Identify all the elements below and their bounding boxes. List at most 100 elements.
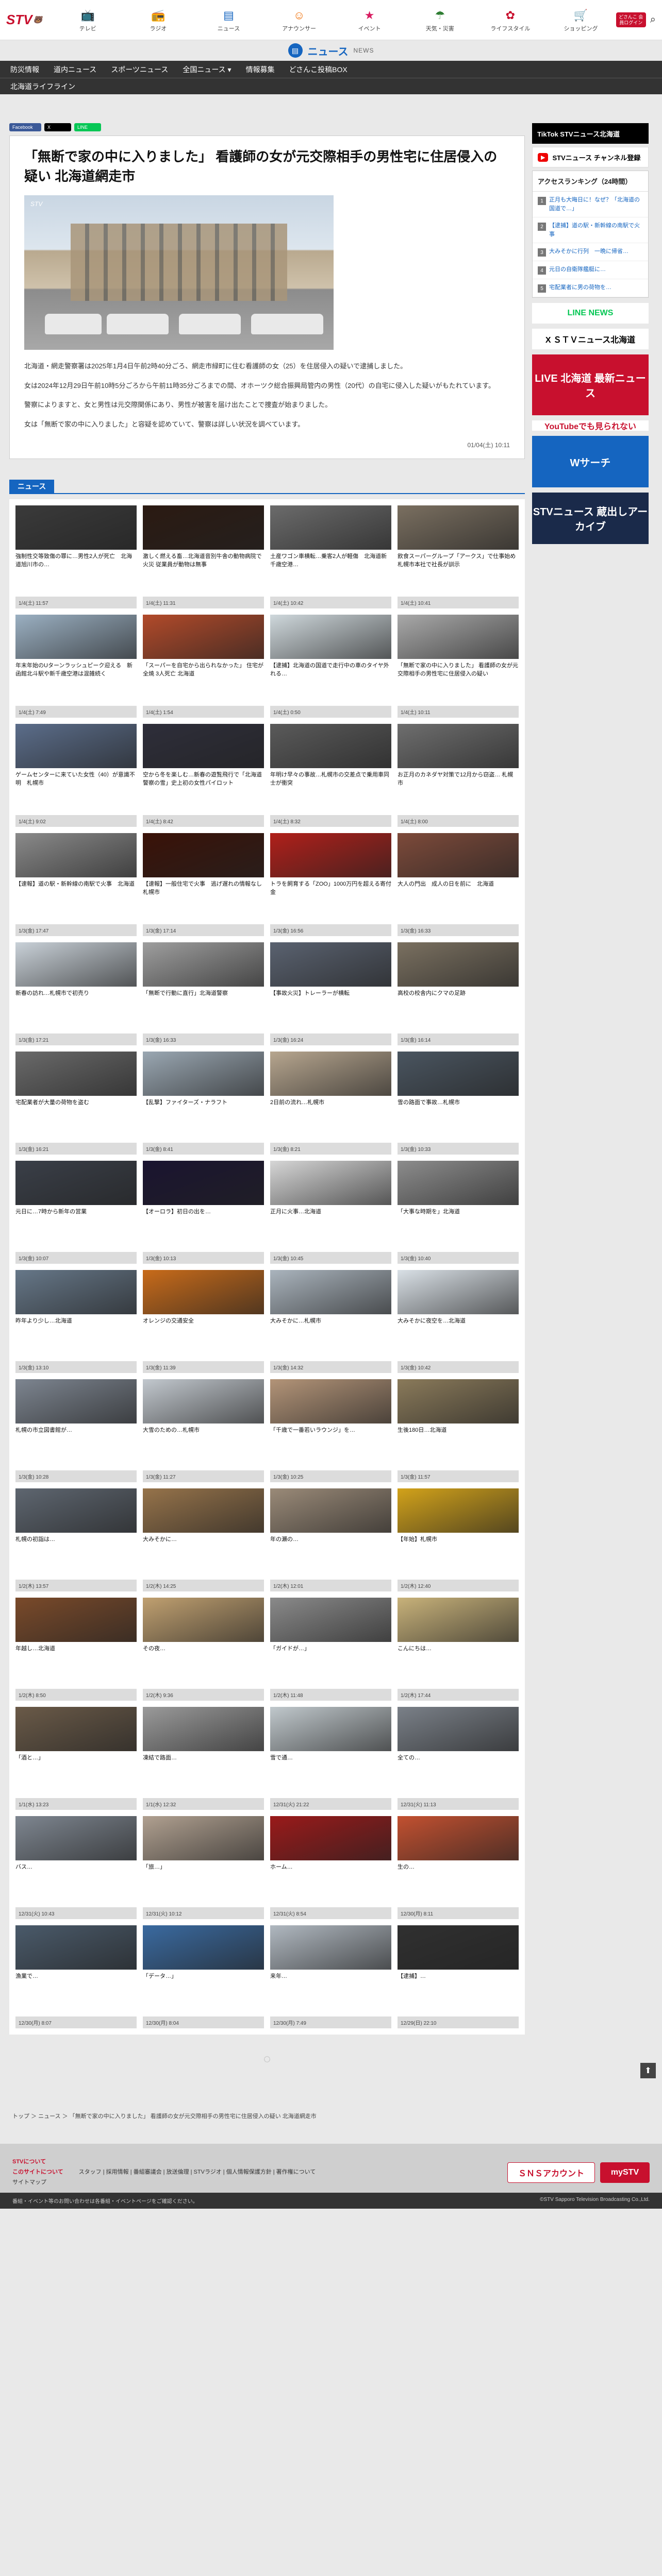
news-card[interactable]: 【オーロラ】初日の出を… 1/3(金) 10:13: [143, 1160, 264, 1264]
news-card[interactable]: 年の瀬の… 1/2(木) 12:01: [270, 1488, 391, 1591]
dosanko-login-button[interactable]: どさんこ 会員ログイン: [616, 12, 646, 28]
news-card[interactable]: こんにちは… 1/2(木) 17:44: [398, 1597, 519, 1701]
news-card[interactable]: 「旅…」 12/31(火) 10:12: [143, 1816, 264, 1919]
nav-radio[interactable]: 📻 ラジオ: [136, 8, 180, 32]
ranking-text: 宅配業者に男の荷物を…: [549, 284, 611, 291]
news-card[interactable]: 飲食スーパーグループ「アークス」で仕事始め 札幌市本社で社長が訓示 1/4(土) …: [398, 505, 519, 608]
news-card[interactable]: 【乱撃】ファイターズ・ナラフト 1/3(金) 8:41: [143, 1051, 264, 1155]
news-card[interactable]: 正月に火事…北海道 1/3(金) 10:45: [270, 1160, 391, 1264]
news-card[interactable]: 【速報】一般住宅で火事 逃げ遅れの情報なし 札幌市 1/3(金) 17:14: [143, 833, 264, 936]
ranking-item[interactable]: 4 元日の自衛隊艦艇に…: [533, 261, 648, 279]
news-card[interactable]: 大人の門出 成人の日を前に 北海道 1/3(金) 16:33: [398, 833, 519, 936]
news-thumbnail: [398, 1706, 519, 1751]
news-card[interactable]: 漁業で… 12/30(月) 8:07: [15, 1925, 137, 2028]
news-card[interactable]: 生後180日…北海道 1/3(金) 11:57: [398, 1379, 519, 1482]
nav-weather[interactable]: ☂ 天気・災害: [418, 8, 462, 32]
news-card[interactable]: 【逮捕】… 12/29(日) 22:10: [398, 1925, 519, 2028]
nav-announcer[interactable]: ☺ アナウンサー: [277, 8, 321, 32]
news-card[interactable]: 元日に…7時から新年の営業 1/3(金) 10:07: [15, 1160, 137, 1264]
footer-site-link[interactable]: このサイトについて: [12, 2169, 63, 2175]
news-card[interactable]: ゲームセンターに来ていた女性（40）が意識不明 札幌市 1/4(土) 9:02: [15, 723, 137, 827]
sns-account-button[interactable]: ＳＮＳアカウント: [507, 2162, 595, 2183]
news-card[interactable]: 札幌の市立図書館が… 1/3(金) 10:28: [15, 1379, 137, 1482]
news-card[interactable]: 大みそかに…札幌市 1/3(金) 14:32: [270, 1269, 391, 1373]
news-card[interactable]: 凍結で路面… 1/1(水) 12:32: [143, 1706, 264, 1810]
news-card[interactable]: 昨年より少し…北海道 1/3(金) 13:10: [15, 1269, 137, 1373]
news-card[interactable]: 新春の訪れ…札幌市で初売り 1/3(金) 17:21: [15, 942, 137, 1045]
news-card[interactable]: 生の… 12/30(月) 8:11: [398, 1816, 519, 1919]
category-item[interactable]: 道内ニュース: [54, 64, 96, 75]
news-card[interactable]: 来年… 12/30(月) 7:49: [270, 1925, 391, 2028]
category-item[interactable]: どさんこ投稿BOX: [289, 64, 347, 75]
tiktok-banner[interactable]: TikTok STVニュース北海道: [532, 123, 649, 144]
news-card[interactable]: ホーム… 12/31(火) 8:54: [270, 1816, 391, 1919]
news-card[interactable]: 強制性交等致傷の罪に…男性2人が死亡 北海道旭川市の… 1/4(土) 11:57: [15, 505, 137, 608]
sidebar-banner[interactable]: LINE NEWS: [532, 303, 649, 324]
nav-lifestyle[interactable]: ✿ ライフスタイル: [488, 8, 533, 32]
news-card[interactable]: 高校の校舎内にクマの足跡 1/3(金) 16:14: [398, 942, 519, 1045]
news-card[interactable]: 年明け早々の事故…札幌市の交差点で乗用車同士が衝突 1/4(土) 8:32: [270, 723, 391, 827]
news-card[interactable]: 「無断で家の中に入りました」 看護師の女が元交際相手の男性宅に住居侵入の疑い 1/…: [398, 614, 519, 718]
news-card[interactable]: 雪の路面で事故…札幌市 1/3(金) 10:33: [398, 1051, 519, 1155]
ranking-item[interactable]: 1 正月も大晦日に！なぜ？「北海道の国道で…」: [533, 192, 648, 217]
footer-sitemap-link[interactable]: サイトマップ: [12, 2178, 63, 2188]
news-card[interactable]: 雪で通… 12/31(火) 21:22: [270, 1706, 391, 1810]
news-card[interactable]: 「千歳で一番若いラウンジ」を… 1/3(金) 10:25: [270, 1379, 391, 1482]
news-card[interactable]: その夜… 1/2(木) 9:36: [143, 1597, 264, 1701]
nav-event[interactable]: ★ イベント: [347, 8, 392, 32]
stv-logo[interactable]: STV 🐻: [6, 7, 53, 33]
news-card[interactable]: 大みそかに夜空を…北海道 1/3(金) 10:42: [398, 1269, 519, 1373]
category-item[interactable]: 防災情報: [10, 64, 39, 75]
mystv-button[interactable]: mySTV: [600, 2162, 650, 2183]
category-item[interactable]: スポーツニュース: [111, 64, 168, 75]
news-card[interactable]: 土産ワゴン車横転…乗客2人が軽傷 北海道新千歳空港… 1/4(土) 10:42: [270, 505, 391, 608]
news-card[interactable]: 年末年始のUターンラッシュピーク迎える 新函館北斗駅や新千歳空港は混雑続く 1/4…: [15, 614, 137, 718]
news-card[interactable]: 激しく燃える畜…北海道音別牛舎の動物病院で火災 従業員が動物は無事 1/4(土) …: [143, 505, 264, 608]
news-card[interactable]: 宅配業者が大量の荷物を盗む 1/3(金) 16:21: [15, 1051, 137, 1155]
category-item[interactable]: 全国ニュース ▾: [183, 64, 231, 75]
news-card[interactable]: 【年始】札幌市 1/2(木) 12:40: [398, 1488, 519, 1591]
ranking-item[interactable]: 2 【逮捕】道の駅・新幹線の南駅で火事: [533, 217, 648, 243]
news-card[interactable]: 全ての… 12/31(火) 11:13: [398, 1706, 519, 1810]
nav-news[interactable]: ▤ ニュース: [206, 8, 251, 32]
sidebar-banner[interactable]: LIVE 北海道 最新ニュース: [532, 354, 649, 415]
news-card[interactable]: 2日前の流れ…札幌市 1/3(金) 8:21: [270, 1051, 391, 1155]
news-card[interactable]: オレンジの交通安全 1/3(金) 11:39: [143, 1269, 264, 1373]
back-to-top-button[interactable]: ⬆: [640, 2063, 656, 2078]
line-share-button[interactable]: LINE: [74, 123, 101, 131]
news-card[interactable]: 「無断で行動に直行」北海道警察 1/3(金) 16:33: [143, 942, 264, 1045]
ranking-item[interactable]: 5 宅配業者に男の荷物を…: [533, 279, 648, 297]
category-lifeline[interactable]: 北海道ライフライン: [10, 81, 75, 92]
news-card[interactable]: 札幌の初詣は… 1/2(木) 13:57: [15, 1488, 137, 1591]
news-card[interactable]: 【事故火災】トレーラーが横転 1/3(金) 16:24: [270, 942, 391, 1045]
sidebar-banner[interactable]: STVニュース 蔵出しアーカイブ: [532, 493, 649, 544]
footer-links[interactable]: スタッフ | 採用情報 | 番組審議会 | 放送倫理 | STVラジオ | 個人…: [63, 2167, 507, 2178]
nav-shopping[interactable]: 🛒 ショッピング: [558, 8, 603, 32]
x-share-button[interactable]: X: [44, 123, 71, 131]
footer-about-link[interactable]: STVについて: [12, 2159, 46, 2165]
news-card[interactable]: お正月のカネダヤ対策で12月から窃盗… 札幌市 1/4(土) 8:00: [398, 723, 519, 827]
nav-tv[interactable]: 📺 テレビ: [65, 8, 110, 32]
news-card[interactable]: 大雪のための…札幌市 1/3(金) 11:27: [143, 1379, 264, 1482]
news-card[interactable]: バス… 12/31(火) 10:43: [15, 1816, 137, 1919]
news-card[interactable]: 「大事な時期を」北海道 1/3(金) 10:40: [398, 1160, 519, 1264]
news-card[interactable]: 「ガイドが…」 1/2(木) 11:48: [270, 1597, 391, 1701]
category-item[interactable]: 情報募集: [246, 64, 275, 75]
news-card[interactable]: 「データ…」 12/30(月) 8:04: [143, 1925, 264, 2028]
news-card[interactable]: 「酒と…」 1/1(水) 13:23: [15, 1706, 137, 1810]
sidebar-banner[interactable]: YouTubeでも見られない: [532, 420, 649, 431]
news-card[interactable]: 大みそかに… 1/2(木) 14:25: [143, 1488, 264, 1591]
news-card[interactable]: 年越し…北海道 1/2(木) 8:50: [15, 1597, 137, 1701]
sidebar-banner[interactable]: X ＳＴＶニュース北海道: [532, 329, 649, 349]
news-thumbnail: [270, 833, 391, 877]
news-card[interactable]: 空から冬を楽しむ…新春の遊覧飛行で「北海道警察の雪」史上初の女性パイロット 1/4…: [143, 723, 264, 827]
ranking-item[interactable]: 3 大みそかに行列 一晩に帰省…: [533, 243, 648, 261]
news-card[interactable]: 【速報】道の駅・新幹線の南駅で火事 北海道 1/3(金) 17:47: [15, 833, 137, 936]
facebook-share-button[interactable]: Facebook: [9, 123, 41, 131]
sidebar-banner[interactable]: Wサーチ: [532, 436, 649, 487]
search-icon[interactable]: ⌕: [650, 14, 656, 26]
news-card[interactable]: 「スーパーを自宅から出られなかった」 住宅が全焼 3人死亡 北海道 1/4(土) …: [143, 614, 264, 718]
youtube-banner[interactable]: ▶ STVニュース チャンネル登録: [532, 147, 649, 167]
news-card[interactable]: 【逮捕】北海道の国道で走行中の車のタイヤ外れる… 1/4(土) 0:50: [270, 614, 391, 718]
news-card[interactable]: トラを飼育する「ZOO」1000万円を超える寄付金 1/3(金) 16:56: [270, 833, 391, 936]
